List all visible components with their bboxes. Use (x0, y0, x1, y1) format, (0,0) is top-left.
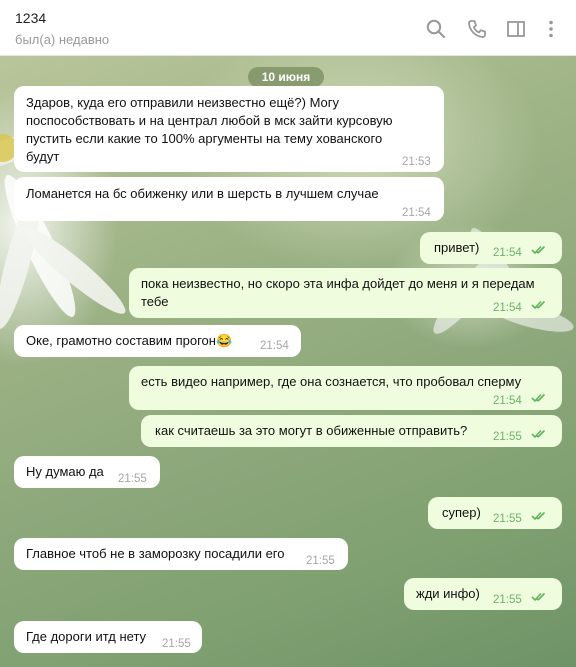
message-time: 21:55 (493, 431, 522, 443)
message-text: пока неизвестно, но скоро эта инфа дойде… (141, 276, 535, 309)
message-time: 21:55 (493, 513, 522, 525)
read-ticks-icon (531, 429, 546, 439)
message-time: 21:55 (118, 473, 147, 485)
message-time: 21:54 (493, 302, 522, 314)
message-time: 21:55 (162, 638, 191, 650)
outgoing-message[interactable]: пока неизвестно, но скоро эта инфа дойде… (129, 268, 562, 318)
chat-header: 1234 был(а) недавно (0, 0, 576, 56)
date-separator: 10 июня (248, 67, 324, 87)
incoming-message[interactable]: Где дороги итд нету 21:55 (14, 621, 202, 653)
read-ticks-icon (531, 393, 546, 403)
outgoing-message[interactable]: супер) 21:55 (428, 497, 562, 529)
message-text: Ломанется на бс обиженку или в шерсть в … (26, 186, 379, 201)
search-icon[interactable] (425, 18, 447, 40)
read-ticks-icon (531, 511, 546, 521)
read-ticks-icon (531, 592, 546, 602)
message-time: 21:54 (260, 340, 289, 352)
message-time: 21:55 (306, 555, 335, 567)
read-ticks-icon (531, 245, 546, 255)
sidebar-toggle-icon[interactable] (505, 18, 527, 40)
outgoing-message[interactable]: привет) 21:54 (420, 232, 562, 264)
read-ticks-icon (531, 300, 546, 310)
more-vert-icon[interactable] (540, 18, 562, 40)
message-time: 21:54 (493, 395, 522, 407)
outgoing-message[interactable]: как считаешь за это могут в обиженные от… (141, 415, 562, 447)
message-text: Оке, грамотно составим прогон😂 (26, 333, 233, 348)
message-time: 21:53 (402, 156, 431, 168)
incoming-message[interactable]: Главное чтоб не в заморозку посадили его… (14, 538, 348, 570)
message-text: Здаров, куда его отправили неизвестно ещ… (26, 95, 393, 164)
incoming-message[interactable]: Оке, грамотно составим прогон😂 21:54 (14, 325, 301, 357)
outgoing-message[interactable]: есть видео например, где она сознается, … (129, 366, 562, 410)
last-seen-status: был(а) недавно (15, 32, 110, 47)
message-time: 21:55 (493, 594, 522, 606)
message-time: 21:54 (402, 207, 431, 219)
message-text: привет) (434, 240, 480, 255)
message-list[interactable]: 10 июня Здаров, куда его отправили неизв… (0, 56, 576, 667)
phone-icon[interactable] (466, 18, 488, 40)
chat-title[interactable]: 1234 (15, 10, 46, 26)
message-time: 21:54 (493, 247, 522, 259)
message-text: есть видео например, где она сознается, … (141, 374, 522, 389)
incoming-message[interactable]: Ну думаю да 21:55 (14, 456, 160, 488)
outgoing-message[interactable]: жди инфо) 21:55 (404, 578, 562, 610)
message-text: жди инфо) (416, 586, 480, 601)
incoming-message[interactable]: Здаров, куда его отправили неизвестно ещ… (14, 86, 444, 172)
message-text: Главное чтоб не в заморозку посадили его (26, 546, 285, 561)
message-text: супер) (442, 505, 481, 520)
incoming-message[interactable]: Ломанется на бс обиженку или в шерсть в … (14, 177, 444, 221)
message-text: как считаешь за это могут в обиженные от… (155, 423, 468, 438)
